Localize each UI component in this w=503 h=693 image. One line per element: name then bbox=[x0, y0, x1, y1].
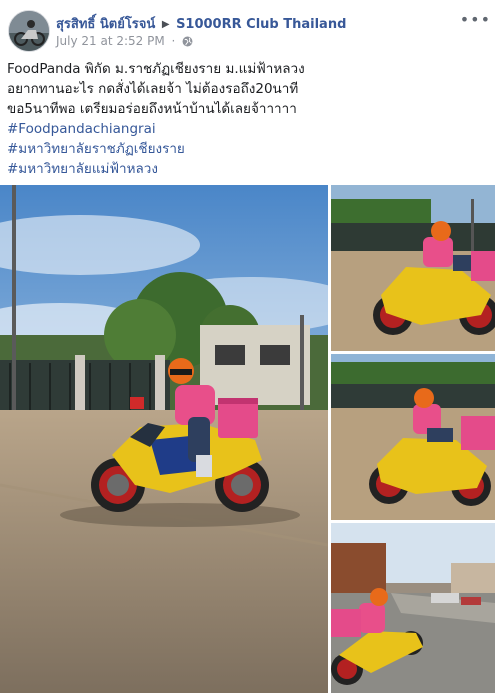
post-line: ขอ5นาทีพอ เตรียมอร่อยถึงหน้าบ้านได้เลยจ้… bbox=[7, 101, 297, 117]
hashtag-link[interactable]: #มหาวิทยาลัยแม่ฟ้าหลวง bbox=[7, 159, 487, 179]
meta-separator: · bbox=[171, 34, 176, 48]
globe-icon bbox=[182, 36, 193, 50]
photo-grid bbox=[0, 185, 503, 693]
more-options-icon[interactable]: ••• bbox=[460, 10, 491, 29]
photo-thumb[interactable] bbox=[331, 523, 495, 693]
author-name[interactable]: สุรสิทธิ์ นิตย์โรจน์ bbox=[56, 17, 155, 32]
photo-main[interactable] bbox=[0, 185, 328, 693]
post-title: สุรสิทธิ์ นิตย์โรจน์ ▶ S1000RR Club Thai… bbox=[56, 13, 346, 34]
post-text: FoodPanda พิกัด ม.ราชภัฏเชียงราย ม.แม่ฟ้… bbox=[7, 59, 487, 179]
post-line: อยากทานอะไร กดสั่งได้เลยจ้า ไม่ต้องรอถึง… bbox=[7, 81, 299, 97]
group-name[interactable]: S1000RR Club Thailand bbox=[176, 17, 346, 32]
arrow-right-icon: ▶ bbox=[161, 19, 170, 30]
photo-thumb[interactable] bbox=[331, 185, 495, 351]
photo-thumb[interactable] bbox=[331, 354, 495, 520]
post-timestamp[interactable]: July 21 at 2:52 PM bbox=[56, 34, 165, 48]
facebook-post: สุรสิทธิ์ นิตย์โรจน์ ▶ S1000RR Club Thai… bbox=[0, 0, 503, 693]
hashtag-link[interactable]: #Foodpandachiangrai bbox=[7, 119, 487, 139]
hashtag-link[interactable]: #มหาวิทยาลัยราชภัฏเชียงราย bbox=[7, 139, 487, 159]
post-meta: July 21 at 2:52 PM · bbox=[56, 34, 193, 50]
post-line: FoodPanda พิกัด ม.ราชภัฏเชียงราย ม.แม่ฟ้… bbox=[7, 61, 305, 77]
avatar[interactable] bbox=[8, 10, 50, 52]
post-header: สุรสิทธิ์ นิตย์โรจน์ ▶ S1000RR Club Thai… bbox=[8, 10, 495, 54]
